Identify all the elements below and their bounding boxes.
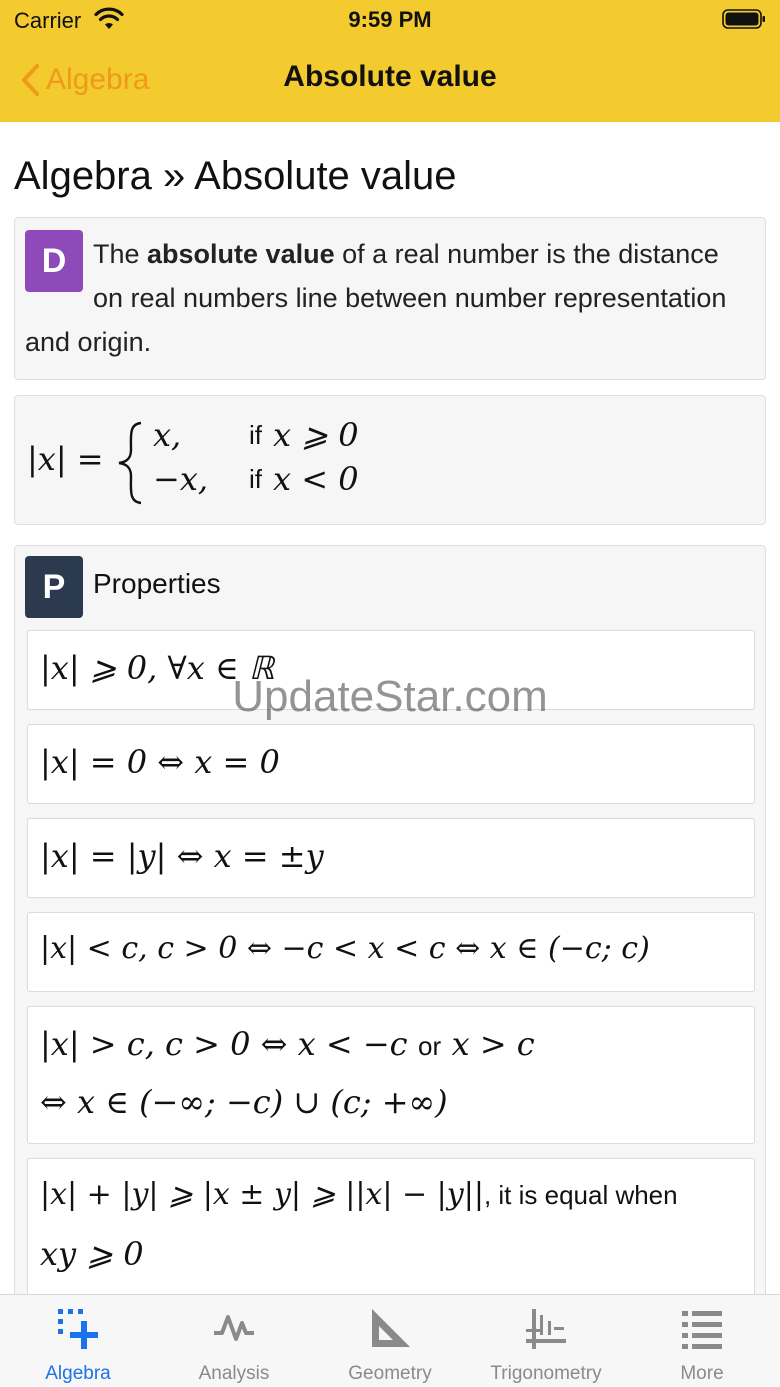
case1-value: x, — [153, 416, 182, 454]
property-item: |x| + |y| ⩾ |x ± y| ⩾ ||x| − |y||, it is… — [27, 1158, 755, 1294]
property-text: , it is equal when — [483, 1180, 678, 1210]
analysis-icon — [214, 1315, 254, 1341]
tab-analysis[interactable]: Analysis — [156, 1295, 312, 1387]
case1-if: if — [249, 420, 262, 450]
definition-text: D The absolute value of a real number is… — [25, 230, 745, 364]
definition-term: absolute value — [147, 239, 335, 269]
property-formula: |x| ⩾ 0, ∀x ∈ ℝ — [40, 649, 275, 687]
property-item: |x| < c, c > 0 ⇔ −c < x < c ⇔ x ∈ (−c; c… — [27, 912, 755, 992]
definition-text-start: The — [93, 239, 148, 269]
property-formula: |x| > c, c > 0 ⇔ x < −c — [40, 1025, 408, 1063]
property-formula: |x| = |y| ⇔ x = ±y — [40, 837, 324, 875]
status-time: 9:59 PM — [348, 7, 432, 32]
property-formula: |x| = 0 ⇔ x = 0 — [40, 743, 280, 781]
case2-if: if — [249, 464, 262, 494]
property-line: |x| + |y| ⩾ |x ± y| ⩾ ||x| − |y||, it is… — [40, 1177, 678, 1212]
property-item: |x| = |y| ⇔ x = ±y — [27, 818, 755, 898]
tab-algebra[interactable]: Algebra — [0, 1295, 156, 1387]
case2-value: −x, — [153, 460, 209, 498]
properties-label: Properties — [93, 568, 221, 599]
page-title: Algebra » Absolute value — [14, 154, 457, 198]
more-list-icon — [682, 1311, 722, 1349]
nav-title: Absolute value — [283, 60, 497, 93]
tab-trigonometry[interactable]: Trigonometry — [468, 1295, 624, 1387]
properties-card: P Properties |x| ⩾ 0, ∀x ∈ ℝ |x| = 0 ⇔ x… — [14, 545, 766, 1294]
property-or-text: or — [418, 1031, 442, 1061]
property-item: |x| > c, c > 0 ⇔ x < −c or x > c ⇔ x ∈ (… — [27, 1006, 755, 1144]
property-formula: |x| < c, c > 0 ⇔ −c < x < c ⇔ x ∈ (−c; c… — [40, 931, 650, 966]
property-formula: x > c — [451, 1025, 535, 1063]
property-formula: xy ⩾ 0 — [40, 1235, 144, 1273]
tab-geometry[interactable]: Geometry — [312, 1295, 468, 1387]
battery-icon — [722, 9, 765, 29]
status-bar: Carrier 9:59 PM — [0, 0, 780, 40]
tab-label: Geometry — [348, 1363, 432, 1384]
property-formula: |x| + |y| ⩾ |x ± y| ⩾ ||x| − |y|| — [40, 1177, 484, 1212]
definition-card: D The absolute value of a real number is… — [14, 217, 766, 380]
tab-label: More — [680, 1363, 724, 1384]
case2-condition: x < 0 — [273, 460, 359, 498]
tab-more[interactable]: More — [624, 1295, 780, 1387]
property-item: |x| ⩾ 0, ∀x ∈ ℝ — [27, 630, 755, 710]
formula-lhs: |x| = — [27, 440, 104, 478]
formula-card: |x| = x, if x ⩾ 0 −x, if x < 0 — [14, 395, 766, 525]
geometry-icon — [372, 1309, 410, 1347]
left-brace — [118, 421, 142, 505]
case1-condition: x ⩾ 0 — [273, 416, 359, 454]
tab-bar: Algebra Analysis Geometry Trigonometry M… — [0, 1294, 780, 1387]
content-scroll[interactable]: Algebra » Absolute value D The absolute … — [0, 122, 780, 1294]
algebra-icon — [58, 1309, 98, 1349]
property-item: |x| = 0 ⇔ x = 0 — [27, 724, 755, 804]
trigonometry-icon — [526, 1309, 566, 1349]
property-formula: ⇔ x ∈ (−∞; −c) ∪ (c; +∞) — [40, 1083, 448, 1121]
definition-badge: D — [25, 230, 83, 292]
navigation-bar: Carrier 9:59 PM Algebra Absolute value — [0, 0, 780, 122]
tab-label: Analysis — [198, 1363, 270, 1384]
tab-label: Trigonometry — [490, 1363, 602, 1384]
property-line: |x| > c, c > 0 ⇔ x < −c or x > c — [40, 1025, 535, 1063]
tab-label: Algebra — [45, 1363, 111, 1384]
properties-badge: P — [25, 556, 83, 618]
